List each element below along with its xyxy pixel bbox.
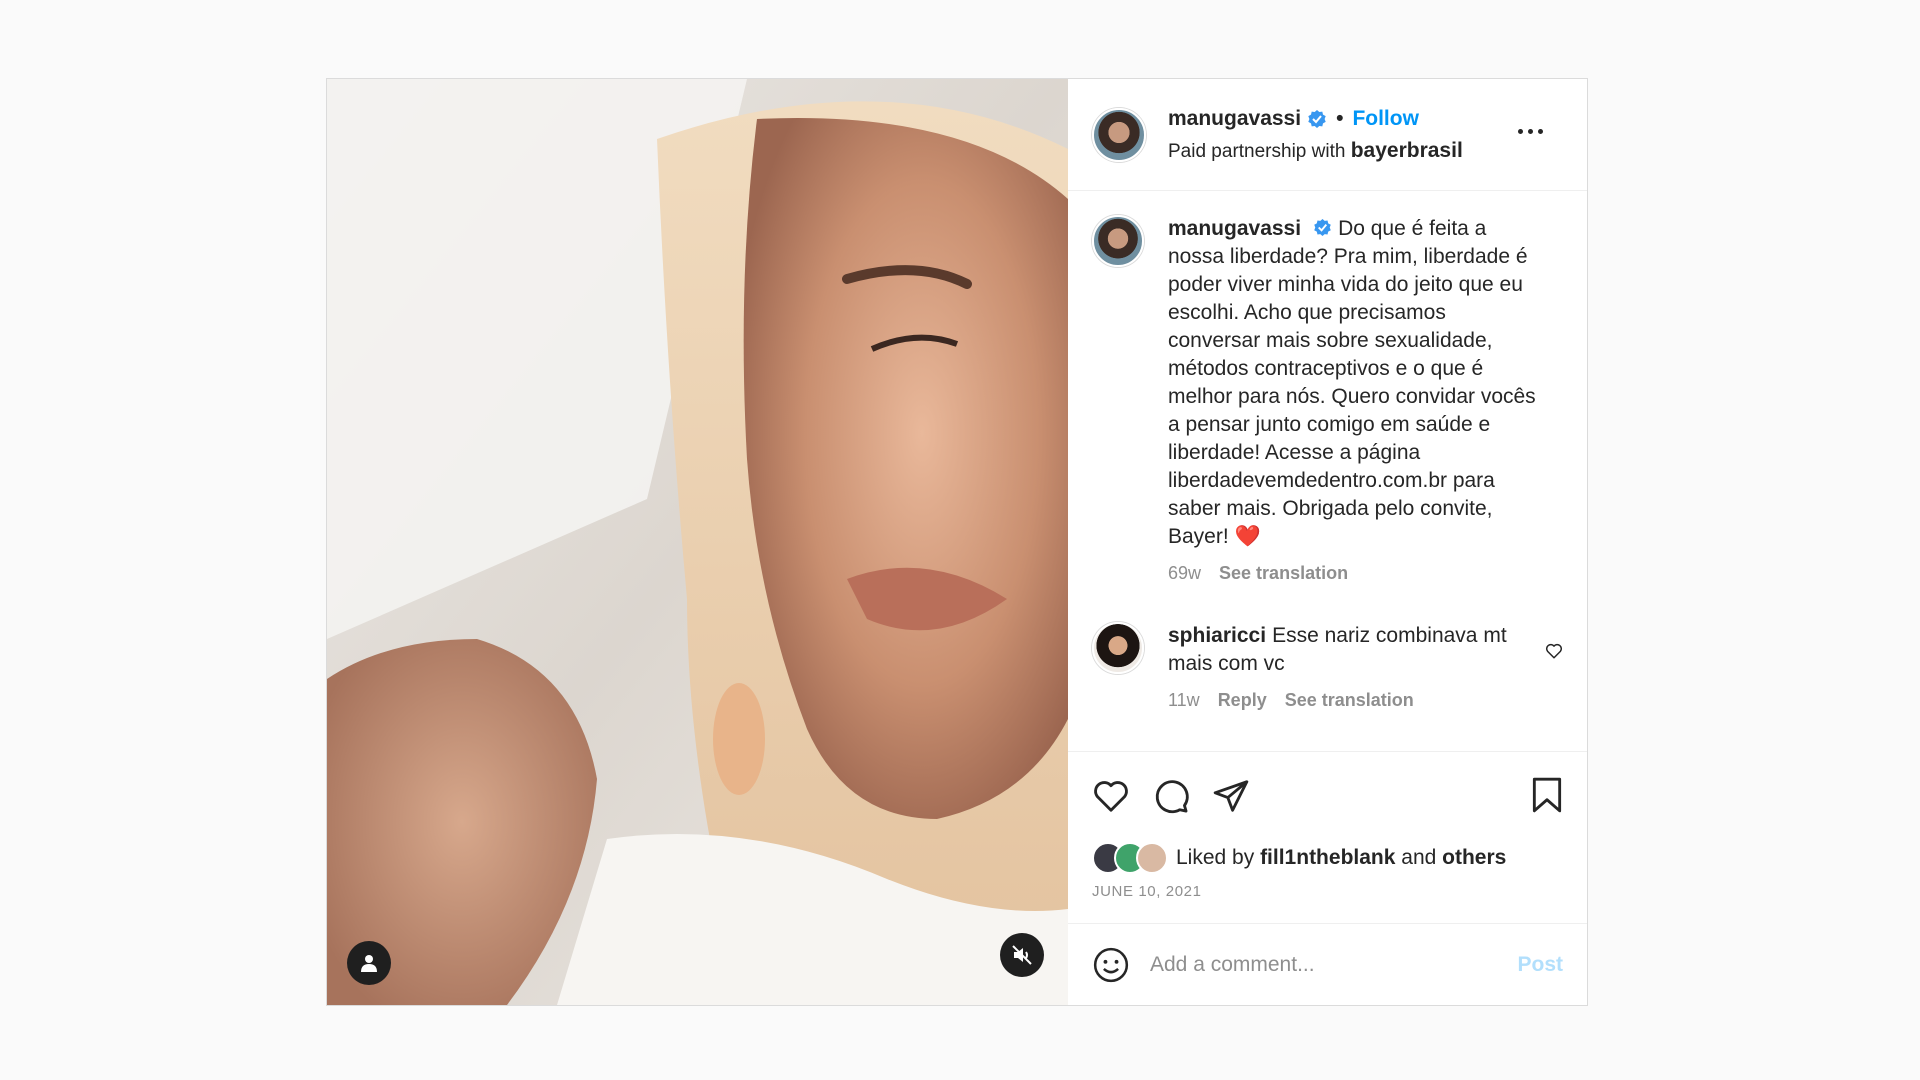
commenter-avatar[interactable] — [1092, 622, 1144, 674]
partner-username[interactable]: bayerbrasil — [1351, 139, 1463, 162]
caption-avatar[interactable] — [1092, 215, 1144, 267]
comment-like-heart-icon[interactable] — [1545, 642, 1563, 660]
comment-meta: 11w Reply See translation — [1168, 690, 1538, 711]
post-header: manugavassi • Follow Paid partnership wi… — [1068, 79, 1587, 191]
liked-by-others[interactable]: others — [1442, 846, 1506, 870]
author-avatar[interactable] — [1092, 107, 1146, 162]
comment-see-translation[interactable]: See translation — [1285, 690, 1414, 711]
bookmark-icon[interactable] — [1529, 776, 1565, 814]
user-icon — [361, 955, 377, 972]
caption-meta: 69w See translation — [1168, 563, 1538, 584]
post-comment-button[interactable]: Post — [1517, 953, 1563, 977]
verified-badge-icon — [1313, 218, 1332, 237]
heart-icon[interactable] — [1092, 777, 1130, 815]
post-sidebar: manugavassi • Follow Paid partnership wi… — [1068, 79, 1587, 1005]
liked-by-prefix: Liked by — [1176, 846, 1255, 869]
liked-by-and: and — [1401, 846, 1437, 869]
comment-item: sphiaricci Esse nariz combinava mt mais c… — [1092, 622, 1563, 711]
post-photo — [327, 79, 1068, 1005]
separator-dot: • — [1336, 106, 1344, 130]
muted-speaker-icon — [1012, 945, 1032, 965]
caption-text: Do que é feita a nossa liberdade? Pra mi… — [1168, 217, 1536, 548]
caption-see-translation[interactable]: See translation — [1219, 563, 1348, 584]
comments-section: manugavassi Do que é feita a nossa liber… — [1068, 191, 1587, 751]
action-bar — [1068, 751, 1587, 839]
tagged-users-button[interactable] — [347, 941, 391, 985]
caption-username[interactable]: manugavassi — [1168, 217, 1301, 240]
mute-toggle-button[interactable] — [1000, 933, 1044, 977]
more-options-icon[interactable] — [1518, 129, 1543, 134]
post-date: JUNE 10, 2021 — [1092, 883, 1202, 900]
comment-reply-button[interactable]: Reply — [1218, 690, 1267, 711]
partnership-prefix: Paid partnership with — [1168, 140, 1346, 162]
caption: manugavassi Do que é feita a nossa liber… — [1092, 215, 1563, 584]
author-username[interactable]: manugavassi — [1168, 107, 1301, 131]
share-icon[interactable] — [1212, 777, 1250, 815]
caption-age: 69w — [1168, 563, 1202, 583]
liker-avatars[interactable] — [1092, 842, 1168, 874]
follow-button[interactable]: Follow — [1352, 107, 1419, 131]
post-media[interactable] — [327, 79, 1068, 1005]
verified-badge-icon — [1307, 109, 1327, 129]
likes-row: Liked by fill1ntheblank and others — [1068, 839, 1587, 877]
comment-age: 11w — [1168, 690, 1200, 710]
liked-by-user[interactable]: fill1ntheblank — [1260, 846, 1395, 870]
add-comment-bar: Post — [1068, 923, 1587, 1005]
comment-input[interactable] — [1148, 951, 1518, 978]
emoji-icon[interactable] — [1092, 946, 1130, 984]
commenter-username[interactable]: sphiaricci — [1168, 624, 1266, 647]
partnership-label: Paid partnership with bayerbrasil — [1168, 139, 1463, 163]
comment-icon[interactable] — [1152, 777, 1190, 815]
instagram-post: manugavassi • Follow Paid partnership wi… — [326, 78, 1588, 1006]
